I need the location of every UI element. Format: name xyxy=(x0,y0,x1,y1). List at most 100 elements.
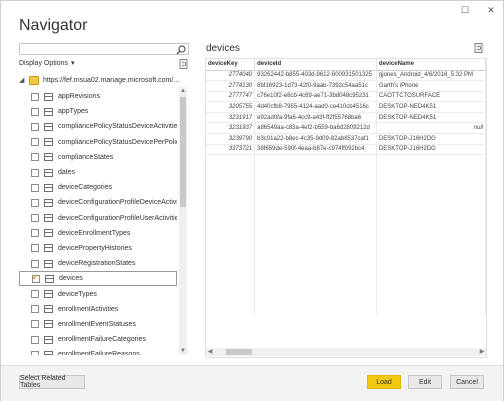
column-header[interactable]: deviceKey xyxy=(206,59,256,71)
empty-cell xyxy=(206,303,256,314)
checkbox[interactable] xyxy=(31,153,39,162)
checkbox[interactable] xyxy=(31,335,39,344)
table-row: 3231937 a86549aa-c83a-4ef2-b559-ba6d28092… xyxy=(206,122,486,135)
scroll-thumb-h[interactable] xyxy=(226,349,252,355)
empty-cell xyxy=(376,250,486,261)
checkbox[interactable] xyxy=(31,198,39,207)
column-header[interactable]: deviceId xyxy=(254,59,377,71)
checkbox[interactable] xyxy=(31,92,39,101)
empty-cell xyxy=(376,175,486,187)
empty-row xyxy=(206,228,486,240)
table-cell: a86549aa-c83a-4ef2-b559-ba6d2809212d xyxy=(254,122,377,135)
checkbox[interactable] xyxy=(31,229,39,238)
tree-item[interactable]: deviceEnrollmentTypes xyxy=(19,226,177,241)
search-input[interactable] xyxy=(19,43,189,55)
empty-cell xyxy=(376,165,486,176)
checkbox[interactable] xyxy=(31,305,39,314)
empty-cell xyxy=(206,186,256,198)
checkbox[interactable] xyxy=(31,122,39,131)
tree-item-label: enrollmentFailureReasons xyxy=(58,351,140,355)
preview-h-scrollbar[interactable]: ◀ ▶ xyxy=(206,348,486,356)
empty-cell xyxy=(376,292,486,304)
scroll-left-icon[interactable]: ◀ xyxy=(206,348,214,356)
checkbox[interactable] xyxy=(31,320,39,329)
scroll-up-icon[interactable]: ▲ xyxy=(179,87,187,95)
tree-item[interactable]: enrollmentFailureCategories xyxy=(19,332,177,347)
refresh-icon[interactable] xyxy=(179,59,189,70)
checkbox[interactable] xyxy=(31,244,39,253)
load-button[interactable]: Load xyxy=(367,375,401,389)
checkbox[interactable] xyxy=(31,138,39,147)
table-row: 3239790 b3c01a22-b8ec-4c35-9d09-82ab8537c… xyxy=(206,133,486,145)
tree-item[interactable]: compliancePolicyStatusDeviceActivities xyxy=(19,119,177,134)
checkbox[interactable] xyxy=(31,350,39,355)
tree-item[interactable]: enrollmentEventStatuses xyxy=(19,317,177,332)
table-cell: DESKTOP-J16H2DG xyxy=(376,133,486,145)
empty-row xyxy=(206,175,486,187)
tree-item[interactable]: deviceCategories xyxy=(19,180,177,195)
search-icon[interactable] xyxy=(176,45,186,55)
checkbox[interactable] xyxy=(31,214,39,223)
tree-item[interactable]: appTypes xyxy=(19,104,177,119)
tree-item[interactable]: deviceConfigurationProfileDeviceActivi..… xyxy=(19,195,177,210)
display-options-dropdown[interactable]: Display Options ▾ xyxy=(19,59,75,68)
table-cell: 3373721 xyxy=(206,144,256,156)
empty-cell xyxy=(206,207,256,219)
empty-cell xyxy=(254,165,377,176)
tree-item[interactable]: devices xyxy=(19,271,177,287)
empty-cell xyxy=(254,281,377,293)
tree-scrollbar[interactable]: ▲ ▼ xyxy=(179,87,187,355)
tree-item-label: deviceEnrollmentTypes xyxy=(58,229,131,237)
tree-item[interactable]: devicePropertyHistories xyxy=(19,241,177,256)
table-icon xyxy=(44,183,53,192)
column-header[interactable]: deviceName xyxy=(376,59,486,71)
tree-item[interactable]: compliancePolicyStatusDevicePerPolic... xyxy=(19,135,177,150)
display-options-label: Display Options xyxy=(19,59,69,67)
tree-item-label: appRevisions xyxy=(58,93,101,101)
select-related-tables-button[interactable]: Select Related Tables xyxy=(19,375,85,389)
edit-button[interactable]: Edit xyxy=(408,375,442,389)
close-icon[interactable]: ✕ xyxy=(485,4,497,16)
tree-root[interactable]: ◢ https://fef.msua02.manage.microsoft.co… xyxy=(19,73,189,87)
table-icon xyxy=(44,320,53,329)
checkbox[interactable] xyxy=(32,273,40,283)
header-row: deviceKey deviceId deviceName xyxy=(206,59,486,71)
tree-item[interactable]: deviceRegistrationStates xyxy=(19,256,177,271)
scroll-down-icon[interactable]: ▼ xyxy=(179,347,187,355)
table-icon xyxy=(44,92,53,101)
cancel-button[interactable]: Cancel xyxy=(450,375,484,389)
checkbox[interactable] xyxy=(31,183,39,192)
table-cell: DESKTOP-J16H2DG xyxy=(376,144,486,156)
checkbox[interactable] xyxy=(31,168,39,177)
table-icon xyxy=(44,168,53,177)
empty-cell xyxy=(206,228,256,240)
table-icon xyxy=(44,244,53,253)
refresh-preview-icon[interactable] xyxy=(474,43,484,54)
tree-item[interactable]: appRevisions xyxy=(19,89,177,104)
checkbox[interactable] xyxy=(31,107,39,116)
empty-row xyxy=(206,271,486,282)
scroll-right-icon[interactable]: ▶ xyxy=(478,348,486,356)
tree-item[interactable]: enrollmentFailureReasons xyxy=(19,347,177,355)
tree-item-label: enrollmentFailureCategories xyxy=(58,336,146,344)
empty-row xyxy=(206,207,486,219)
tree-item[interactable]: enrollmentActivities xyxy=(19,302,177,317)
empty-cell xyxy=(376,260,486,272)
tree-item[interactable]: complianceStates xyxy=(19,150,177,165)
empty-cell xyxy=(206,175,256,187)
empty-cell xyxy=(254,154,377,166)
table-cell: CAOTTCTOSURFACE xyxy=(376,91,486,103)
tree-item[interactable]: deviceConfigurationProfileUserActivities xyxy=(19,211,177,226)
empty-cell xyxy=(206,260,256,272)
checkbox[interactable] xyxy=(31,290,39,299)
tree-item[interactable]: dates xyxy=(19,165,177,180)
table-icon xyxy=(44,107,53,116)
tree-item[interactable]: deviceTypes xyxy=(19,286,177,301)
table-cell: 2774040 xyxy=(206,70,256,82)
scroll-thumb[interactable] xyxy=(180,97,186,207)
footer-bar: Select Related Tables Load Edit Cancel xyxy=(1,365,503,401)
checkbox[interactable] xyxy=(31,259,39,268)
caret-down-icon[interactable]: ◢ xyxy=(19,76,25,84)
restore-icon[interactable]: ☐ xyxy=(459,4,471,16)
table-icon xyxy=(44,198,53,207)
